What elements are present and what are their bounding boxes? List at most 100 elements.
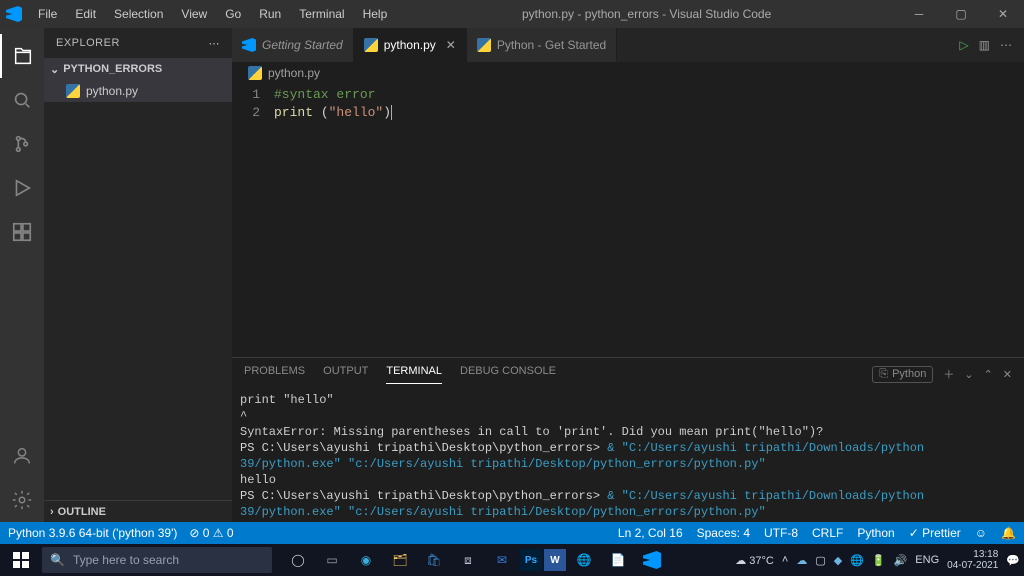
tab-label: Getting Started [262,38,343,52]
status-feedback-icon[interactable]: ☺ [975,526,987,540]
python-file-icon [477,38,491,52]
split-editor-icon[interactable]: ▥ [979,38,990,52]
panel-tab-terminal[interactable]: TERMINAL [386,365,442,384]
new-terminal-icon[interactable]: ＋ [943,366,954,382]
outlook-icon[interactable]: ✉ [486,544,518,576]
panel-tabs: PROBLEMS OUTPUT TERMINAL DEBUG CONSOLE ⎘… [232,358,1024,390]
file-name: python.py [86,84,138,98]
menu-terminal[interactable]: Terminal [291,3,352,25]
explorer-activity-icon[interactable] [0,34,44,78]
task-view-icon[interactable]: ▭ [316,544,348,576]
tray-something-icon[interactable]: ◆ [834,554,842,567]
tray-sound-icon[interactable]: 🔊 [894,554,908,567]
menu-bar: File Edit Selection View Go Run Terminal… [30,3,395,25]
outline-title: OUTLINE [58,506,106,518]
close-button[interactable]: ✕ [982,0,1024,28]
maximize-button[interactable]: ▢ [940,0,982,28]
menu-edit[interactable]: Edit [67,3,104,25]
close-panel-icon[interactable]: ✕ [1003,368,1012,381]
taskbar-clock[interactable]: 13:18 04-07-2021 [947,549,998,571]
menu-help[interactable]: Help [355,3,396,25]
editor-tabs: Getting Started python.py ✕ Python - Get… [232,28,1024,62]
code-editor[interactable]: 1 2 #syntax errorprint ("hello") [232,84,1024,357]
code-comment: #syntax error [274,87,375,102]
run-debug-activity-icon[interactable] [0,166,44,210]
menu-run[interactable]: Run [251,3,289,25]
outline-section-header[interactable]: › OUTLINE [44,500,232,522]
status-language[interactable]: Python [857,526,894,540]
close-icon[interactable]: ✕ [446,38,456,52]
search-placeholder: Type here to search [73,553,179,567]
photoshop-icon[interactable]: Ps [520,549,542,571]
code-string: "hello" [329,105,384,120]
panel-tab-problems[interactable]: PROBLEMS [244,365,305,383]
shell-icon: ⎘ [879,368,888,381]
code-content[interactable]: #syntax errorprint ("hello") [274,86,1024,357]
vscode-logo-icon [6,6,22,22]
tray-meet-now-icon[interactable]: ▢ [815,554,825,567]
tray-battery-icon[interactable]: 🔋 [872,554,886,567]
menu-go[interactable]: Go [217,3,249,25]
menu-selection[interactable]: Selection [106,3,171,25]
tray-language[interactable]: ENG [915,554,939,566]
terminal-shell-selector[interactable]: ⎘ Python [872,366,933,383]
terminal-output[interactable]: print "hello" ^SyntaxError: Missing pare… [232,390,1024,522]
store-icon[interactable]: 🛍 [418,544,450,576]
status-notifications-icon[interactable]: 🔔 [1001,526,1016,540]
breadcrumb-file: python.py [268,66,320,80]
chrome-icon[interactable]: 🌐 [568,544,600,576]
file-explorer-icon[interactable]: 🗂 [384,544,416,576]
start-button[interactable] [4,544,38,576]
tab-python-py[interactable]: python.py ✕ [354,28,467,62]
status-problems[interactable]: ⊘ 0 ⚠ 0 [189,526,233,540]
panel-tab-debug-console[interactable]: DEBUG CONSOLE [460,365,556,383]
file-tree-item[interactable]: python.py [44,80,232,102]
status-python-interpreter[interactable]: Python 3.9.6 64-bit ('python 39') [8,526,177,540]
tab-label: python.py [384,38,436,52]
search-activity-icon[interactable] [0,78,44,122]
status-ln-col[interactable]: Ln 2, Col 16 [618,526,683,540]
panel-tab-output[interactable]: OUTPUT [323,365,368,383]
status-encoding[interactable]: UTF-8 [764,526,798,540]
code-bracket: ) [383,105,392,120]
menu-view[interactable]: View [173,3,215,25]
run-file-icon[interactable]: ▷ [959,38,968,52]
bottom-panel: PROBLEMS OUTPUT TERMINAL DEBUG CONSOLE ⎘… [232,357,1024,522]
accounts-activity-icon[interactable] [0,434,44,478]
edge-icon[interactable]: ◉ [350,544,382,576]
dropbox-icon[interactable]: ⧈ [452,544,484,576]
tab-label: Python - Get Started [497,38,606,52]
workspace-folder-header[interactable]: ⌄ PYTHON_ERRORS [44,58,232,80]
notepad-icon[interactable]: 📄 [602,544,634,576]
tab-getting-started[interactable]: Getting Started [232,28,354,62]
python-file-icon [248,66,262,80]
menu-file[interactable]: File [30,3,65,25]
word-icon[interactable]: W [544,549,566,571]
cortana-icon[interactable]: ◯ [282,544,314,576]
tray-onedrive-icon[interactable]: ☁ [796,554,807,567]
search-icon: 🔍 [50,553,65,567]
status-eol[interactable]: CRLF [812,526,843,540]
tray-network-icon[interactable]: 🌐 [850,554,864,567]
warning-icon: ⚠ [213,526,224,540]
taskbar-search[interactable]: 🔍 Type here to search [42,547,272,573]
split-terminal-splitdown-icon[interactable]: ⌄ [964,368,973,381]
tray-action-center-icon[interactable]: 💬 [1006,554,1020,567]
sidebar-more-icon[interactable]: ⋯ [209,37,221,50]
tray-show-hidden-icon[interactable]: ˄ [782,554,788,566]
python-file-icon [66,84,80,98]
settings-activity-icon[interactable] [0,478,44,522]
maximize-panel-icon[interactable]: ⌃ [984,368,993,381]
tab-python-get-started[interactable]: Python - Get Started [467,28,617,62]
weather-widget[interactable]: ☁ 37°C [735,554,774,567]
status-spaces[interactable]: Spaces: 4 [697,526,750,540]
more-actions-icon[interactable]: ⋯ [1000,38,1012,52]
source-control-activity-icon[interactable] [0,122,44,166]
vscode-taskbar-icon[interactable] [636,544,668,576]
minimize-button[interactable]: ─ [898,0,940,28]
breadcrumb[interactable]: python.py [232,62,1024,84]
title-bar: File Edit Selection View Go Run Terminal… [0,0,1024,28]
extensions-activity-icon[interactable] [0,210,44,254]
system-tray: ☁ 37°C ˄ ☁ ▢ ◆ 🌐 🔋 🔊 ENG 13:18 04-07-202… [735,549,1020,571]
status-prettier[interactable]: ✓ Prettier [909,526,961,540]
